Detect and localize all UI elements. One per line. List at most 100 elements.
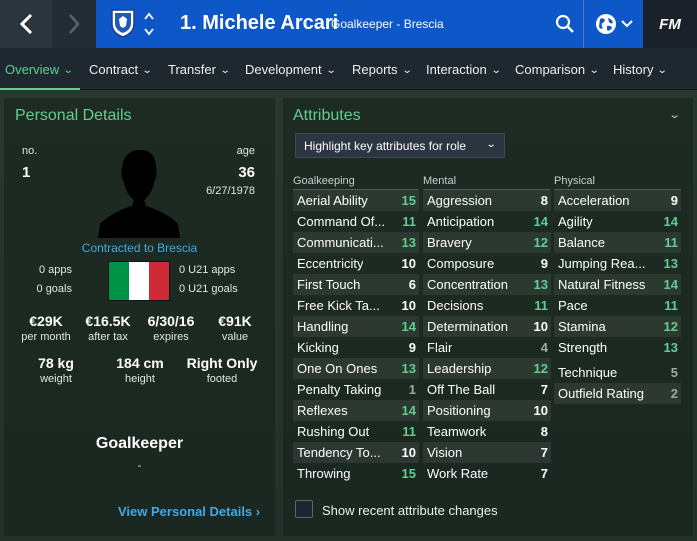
attribute-row[interactable]: Work Rate 7 [423,463,551,484]
view-personal-details-link[interactable]: View Personal Details › [118,504,260,519]
attribute-value: 15 [401,466,416,481]
fm-logo[interactable]: FM [643,0,697,48]
attribute-value: 8 [540,424,548,439]
tab-overview[interactable]: Overview ⌄ [5,62,74,77]
goals-stat: 0 goals [36,283,72,295]
attribute-value: 9 [540,256,548,271]
attribute-name: First Touch [297,277,361,292]
globe-icon [595,14,616,34]
attribute-row[interactable]: Command Of... 11 [293,211,419,232]
attribute-row[interactable]: Agility 14 [554,211,681,232]
height-value: 184 cm [116,355,164,371]
expires-label: expires [153,331,189,343]
attribute-name: Composure [427,256,495,271]
attribute-value: 12 [533,235,548,250]
number-value: 1 [22,164,31,181]
forward-button[interactable] [52,0,96,48]
attribute-value: 2 [670,386,678,401]
market-value-label: value [221,331,249,343]
attribute-row[interactable]: Pace 11 [554,295,681,316]
attribute-row[interactable]: Anticipation 14 [423,211,551,232]
search-button[interactable] [551,10,579,38]
attribute-value: 6 [408,277,416,292]
tab-reports[interactable]: Reports ⌄ [352,62,412,77]
attribute-name: Command Of... [297,214,386,229]
attribute-row[interactable]: First Touch 6 [293,274,419,295]
after-tax-value: €16.5K [85,313,131,329]
attributes-panel: Attributes ⌄ Highlight key attributes fo… [283,98,693,536]
attribute-row[interactable]: Communicati... 13 [293,232,419,253]
chevron-down-icon: ⌄ [588,65,600,76]
attribute-name: Technique [558,365,618,380]
attribute-row[interactable]: Free Kick Ta... 10 [293,295,419,316]
attribute-row[interactable]: Jumping Rea... 13 [554,253,681,274]
highlight-role-dropdown[interactable]: Highlight key attributes for role ⌄ [295,133,505,158]
tab-contract[interactable]: Contract ⌄ [89,62,153,77]
attributes-title: Attributes [293,107,361,124]
attribute-row[interactable]: Acceleration 9 [554,190,681,211]
tab-comparison[interactable]: Comparison ⌄ [515,62,600,77]
attribute-row[interactable]: Decisions 11 [423,295,551,316]
attribute-row[interactable]: Vision 7 [423,442,551,463]
attribute-row[interactable]: Reflexes 14 [293,400,419,421]
attribute-row[interactable]: Tendency To... 10 [293,442,419,463]
attribute-row[interactable]: Penalty Taking 1 [293,379,419,400]
tab-transfer[interactable]: Transfer ⌄ [168,62,231,77]
attribute-row[interactable]: Stamina 12 [554,316,681,337]
chevron-down-icon: ⌄ [325,65,337,76]
contracted-to-link[interactable]: Contracted to Brescia [4,241,275,255]
tab-label: Contract [89,62,139,77]
attribute-row[interactable]: Determination 10 [423,316,551,337]
attribute-value: 11 [664,235,678,250]
search-icon [555,14,574,33]
updown-icon[interactable] [143,10,155,38]
collapse-chevron-icon[interactable]: ⌄ [668,108,681,121]
attribute-value: 11 [664,298,678,313]
tab-development[interactable]: Development ⌄ [245,62,337,77]
attribute-row[interactable]: Positioning 10 [423,400,551,421]
attribute-row[interactable]: Concentration 13 [423,274,551,295]
attribute-name: Off The Ball [427,382,496,397]
number-label: no. [22,145,38,157]
chevron-down-icon: ⌄ [490,65,502,76]
tab-history[interactable]: History ⌄ [613,62,669,77]
globe-menu-button[interactable] [583,0,643,48]
attribute-row[interactable]: Handling 14 [293,316,419,337]
attribute-name: Balance [558,235,605,250]
attribute-row[interactable]: Aerial Ability 15 [293,190,419,211]
attribute-row[interactable]: Throwing 15 [293,463,419,484]
club-crest-icon[interactable] [110,8,136,38]
attribute-row[interactable]: Strength 13 [554,337,681,358]
age-label: age [236,145,255,157]
attribute-row[interactable]: Composure 9 [423,253,551,274]
attribute-row[interactable]: Kicking 9 [293,337,419,358]
attribute-row[interactable]: Natural Fitness 14 [554,274,681,295]
tab-interaction[interactable]: Interaction ⌄ [426,62,502,77]
column-heading-goalkeeping: Goalkeeping [293,175,355,187]
attribute-row[interactable]: Teamwork 8 [423,421,551,442]
attribute-row[interactable]: One On Ones 13 [293,358,419,379]
attribute-row[interactable]: Eccentricity 10 [293,253,419,274]
recent-changes-checkbox[interactable] [295,500,313,518]
date-of-birth: 6/27/1978 [206,185,255,197]
attribute-name: Stamina [558,319,606,334]
after-tax-label: after tax [88,331,128,343]
attribute-value: 7 [540,382,548,397]
attribute-row[interactable]: Leadership 12 [423,358,551,379]
attribute-row[interactable]: Outfield Rating 2 [554,383,681,404]
attribute-row[interactable]: Off The Ball 7 [423,379,551,400]
tab-label: Comparison [515,62,586,77]
attribute-row[interactable]: Rushing Out 11 [293,421,419,442]
height-label: height [125,373,155,385]
chevron-down-icon: ⌄ [62,65,74,76]
attribute-row[interactable]: Balance 11 [554,232,681,253]
attribute-row[interactable]: Aggression 8 [423,190,551,211]
attribute-name: Determination [427,319,508,334]
chevron-down-icon: ⌄ [657,65,669,76]
attribute-value: 7 [540,445,548,460]
attribute-row[interactable]: Technique 5 [554,362,681,383]
attribute-row[interactable]: Flair 4 [423,337,551,358]
attribute-row[interactable]: Bravery 12 [423,232,551,253]
back-button[interactable] [0,0,52,48]
wage-value: €29K [29,313,63,329]
